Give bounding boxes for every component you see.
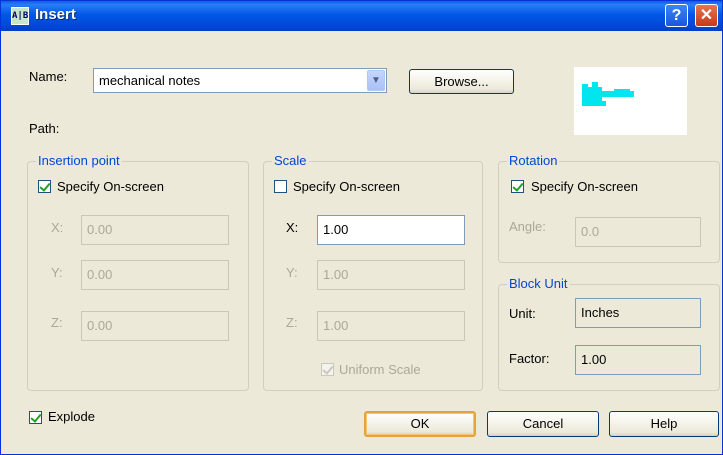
factor-value: 1.00	[575, 345, 701, 375]
title-bar[interactable]: A|B Insert ? ✕	[1, 1, 722, 31]
insert-dialog: A|B Insert ? ✕ Name: mechanical notes ▼ …	[0, 0, 723, 455]
angle-input[interactable]: 0.0	[575, 217, 701, 247]
scale-x-input[interactable]: 1.00	[317, 215, 465, 245]
angle-label: Angle:	[509, 219, 546, 234]
rotation-title: Rotation	[507, 153, 560, 168]
scale-y-input[interactable]: 1.00	[317, 260, 465, 290]
ok-button[interactable]: OK	[364, 411, 476, 437]
help-button[interactable]: Help	[609, 411, 719, 437]
cancel-button[interactable]: Cancel	[487, 411, 599, 437]
scale-title: Scale	[272, 153, 309, 168]
scale-specify-checkbox[interactable]	[274, 180, 287, 193]
insertion-y-label: Y:	[51, 265, 63, 280]
preview-symbol	[582, 82, 634, 106]
name-value: mechanical notes	[99, 73, 201, 88]
insertion-x-label: X:	[51, 220, 64, 235]
insertion-specify-checkbox[interactable]	[38, 180, 51, 193]
scale-z-label: Z:	[286, 315, 298, 330]
scale-x-label: X:	[286, 220, 299, 235]
unit-value: Inches	[575, 298, 701, 328]
insertion-specify-label: Specify On-screen	[57, 179, 164, 194]
close-icon[interactable]: ✕	[695, 4, 718, 27]
browse-button[interactable]: Browse...	[409, 69, 514, 94]
chevron-down-icon[interactable]: ▼	[367, 70, 385, 91]
path-label: Path:	[29, 121, 60, 136]
block-unit-title: Block Unit	[507, 276, 570, 291]
app-icon: A|B	[11, 7, 29, 25]
insertion-x-input[interactable]: 0.00	[81, 215, 229, 245]
scale-z-input[interactable]: 1.00	[317, 311, 465, 341]
unit-label: Unit:	[509, 306, 536, 321]
name-label: Name:	[29, 69, 68, 84]
rotation-specify-checkbox[interactable]	[511, 180, 524, 193]
factor-label: Factor:	[509, 351, 550, 366]
insertion-y-input[interactable]: 0.00	[81, 260, 229, 290]
help-icon[interactable]: ?	[665, 4, 688, 27]
explode-label: Explode	[48, 409, 95, 424]
window-title: Insert	[35, 6, 76, 23]
scale-y-label: Y:	[286, 265, 298, 280]
scale-specify-label: Specify On-screen	[293, 179, 400, 194]
explode-checkbox[interactable]	[29, 411, 42, 424]
rotation-group: Rotation	[498, 153, 720, 263]
uniform-scale-label: Uniform Scale	[339, 362, 421, 377]
insertion-z-input[interactable]: 0.00	[81, 311, 229, 341]
insertion-point-title: Insertion point	[36, 153, 122, 168]
name-combobox[interactable]: mechanical notes ▼	[93, 68, 387, 93]
block-preview	[574, 67, 687, 135]
insertion-z-label: Z:	[51, 315, 63, 330]
rotation-specify-label: Specify On-screen	[531, 179, 638, 194]
uniform-scale-checkbox[interactable]	[321, 363, 334, 376]
